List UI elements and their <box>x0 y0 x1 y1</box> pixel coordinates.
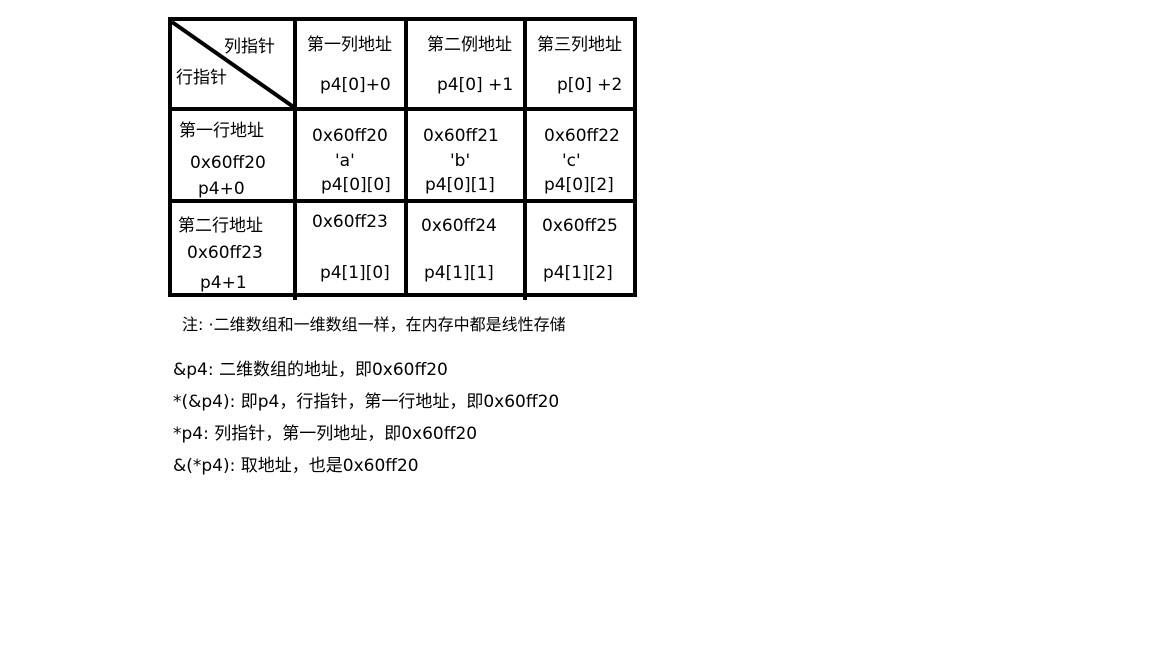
cell-expr-0-1: p4[0][1] <box>425 175 495 195</box>
cell-expr-1-1: p4[1][1] <box>424 263 494 283</box>
corner-row-label: 行指针 <box>176 68 227 88</box>
col-header-expr-3: p[0] +2 <box>557 75 623 95</box>
cell-expr-1-2: p4[1][2] <box>543 263 613 283</box>
cell-addr-0-1: 0x60ff21 <box>423 126 499 146</box>
row-header-title-1: 第一行地址 <box>179 121 264 141</box>
row-header-addr-2: 0x60ff23 <box>187 243 263 263</box>
cell-expr-0-2: p4[0][2] <box>544 175 614 195</box>
row-header-expr-1: p4+0 <box>198 179 245 199</box>
cell-value-0-1: 'b' <box>450 151 471 171</box>
cell-addr-0-2: 0x60ff22 <box>544 126 620 146</box>
corner-diagonal <box>170 20 297 110</box>
cell-expr-0-0: p4[0][0] <box>321 175 391 195</box>
corner-diagonal-line <box>170 20 297 110</box>
explanation-line-3: *p4: 列指针，第一列地址，即0x60ff20 <box>173 424 478 444</box>
col-header-title-1: 第一列地址 <box>307 35 392 55</box>
cell-addr-1-2: 0x60ff25 <box>542 216 618 236</box>
corner-col-label: 列指针 <box>224 37 275 57</box>
memory-note: 注: ·二维数组和一维数组一样，在内存中都是线性存储 <box>182 315 566 334</box>
row-header-title-2: 第二行地址 <box>178 216 263 236</box>
cell-addr-0-0: 0x60ff20 <box>312 126 388 146</box>
cell-value-0-2: 'c' <box>562 151 581 171</box>
cell-addr-1-1: 0x60ff24 <box>421 216 497 236</box>
explanation-line-4: &(*p4): 取地址，也是0x60ff20 <box>173 456 419 476</box>
col-header-title-3: 第三列地址 <box>537 35 622 55</box>
cell-addr-1-0: 0x60ff23 <box>312 212 388 232</box>
cell-expr-1-0: p4[1][0] <box>320 263 390 283</box>
explanation-line-1: &p4: 二维数组的地址，即0x60ff20 <box>173 360 448 380</box>
row-header-expr-2: p4+1 <box>200 273 247 293</box>
explanation-line-2: *(&p4): 即p4，行指针，第一行地址，即0x60ff20 <box>173 392 560 412</box>
cell-value-0-0: 'a' <box>335 151 355 171</box>
col-header-expr-2: p4[0] +1 <box>437 75 514 95</box>
row-header-addr-1: 0x60ff20 <box>190 153 266 173</box>
col-header-title-2: 第二例地址 <box>427 35 512 55</box>
col-header-expr-1: p4[0]+0 <box>320 75 391 95</box>
